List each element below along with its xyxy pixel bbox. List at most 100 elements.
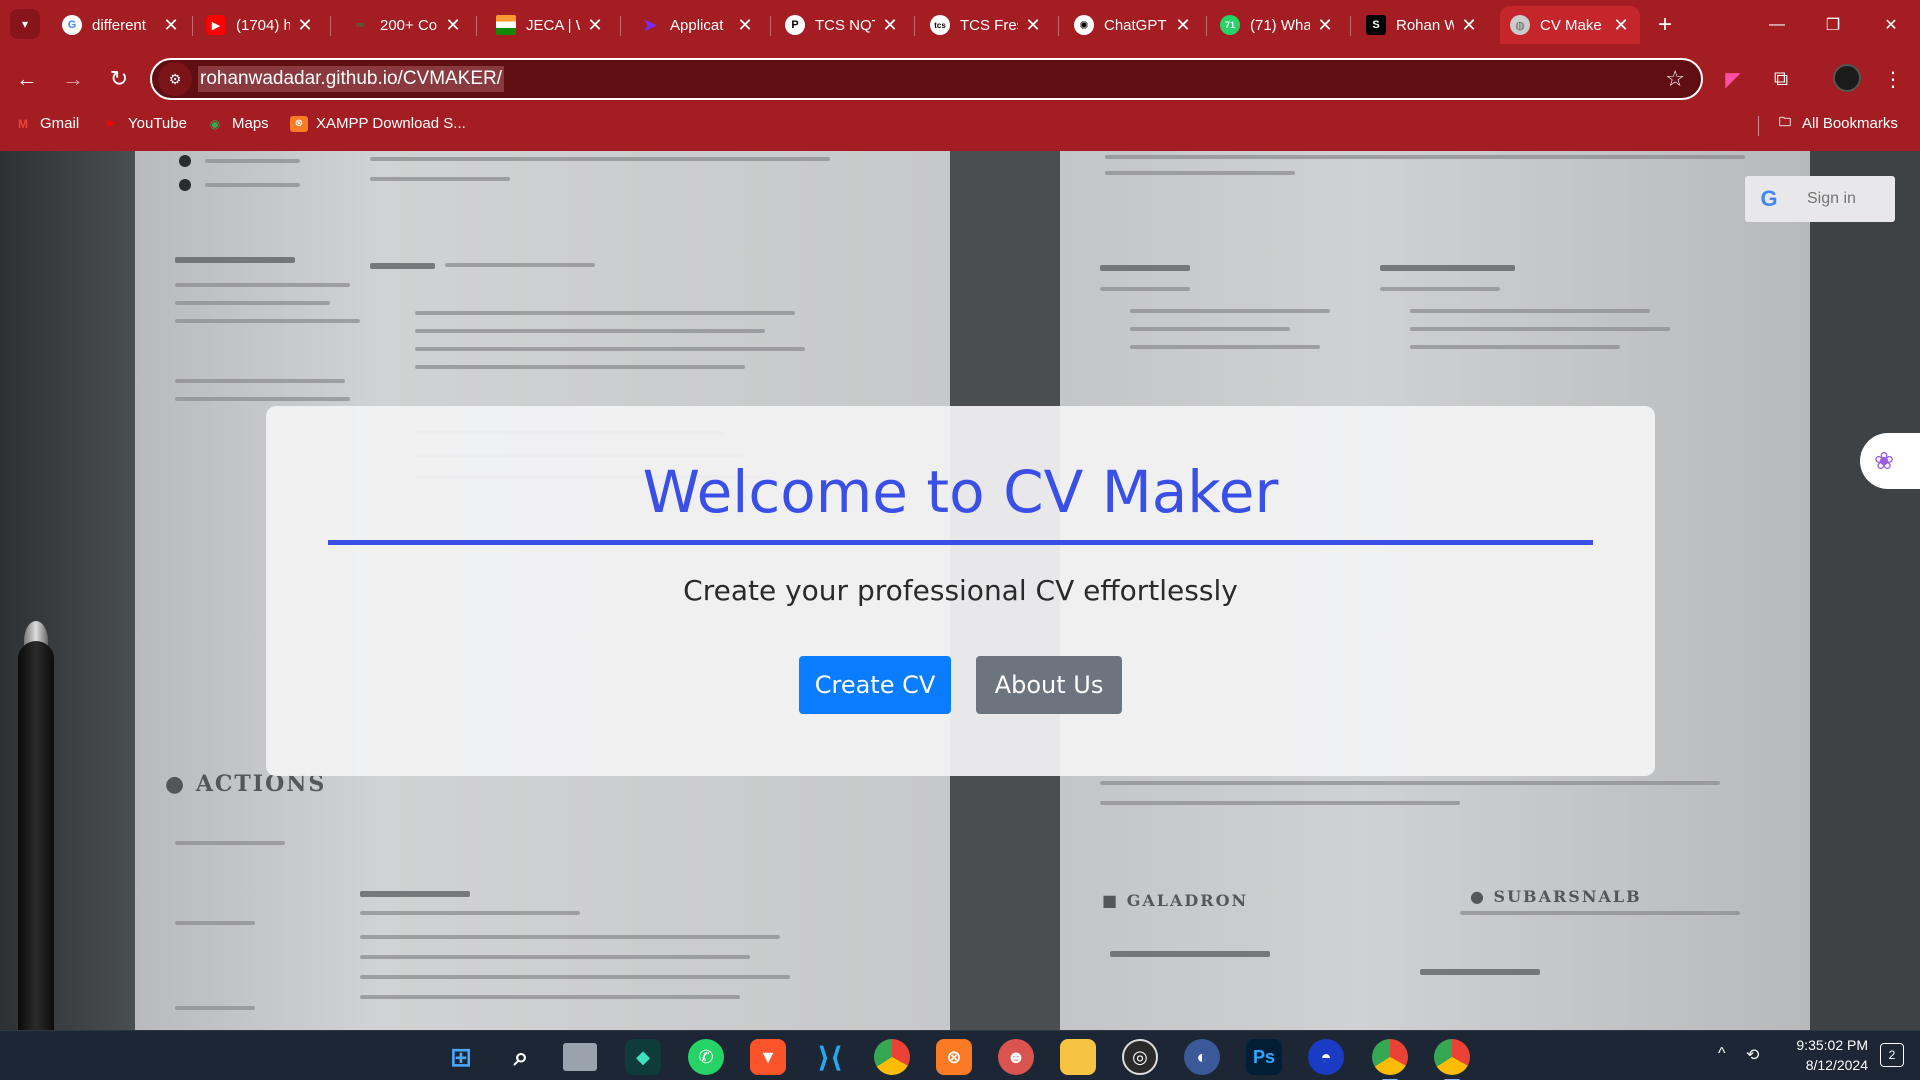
close-icon[interactable]: ✕ bbox=[881, 16, 899, 34]
tab-tcs-fres[interactable]: tcs TCS Fres ✕ bbox=[920, 6, 1052, 44]
close-icon[interactable]: ✕ bbox=[586, 16, 604, 34]
site-info-icon[interactable]: ⚙ bbox=[158, 62, 192, 96]
menu-icon[interactable]: ⋮ bbox=[1878, 64, 1908, 94]
chrome-icon[interactable] bbox=[1372, 1039, 1408, 1080]
bookmark-xampp[interactable]: ⊗ XAMPP Download S... bbox=[290, 115, 466, 132]
tab-divider bbox=[476, 16, 477, 36]
tab-title: different bbox=[92, 16, 146, 34]
tab-strip: ▾ G different ✕ ▶ (1704) h ✕ ∞ 200+ Co ✕… bbox=[0, 0, 1920, 50]
restore-icon: ❐ bbox=[1825, 17, 1841, 34]
filmora-icon[interactable]: ◆ bbox=[625, 1039, 661, 1075]
notification-count: 2 bbox=[1888, 1048, 1896, 1062]
all-bookmarks[interactable]: 🗀 All Bookmarks bbox=[1776, 115, 1898, 132]
tab-divider bbox=[192, 16, 193, 36]
bookmark-maps[interactable]: ◉ Maps bbox=[206, 115, 269, 132]
new-tab-button[interactable]: + bbox=[1650, 10, 1680, 40]
clock-date: 8/12/2024 bbox=[1805, 1057, 1868, 1073]
bookmark-youtube[interactable]: ▶ YouTube bbox=[102, 115, 187, 132]
tab-cv-maker[interactable]: ◍ CV Make ✕ bbox=[1500, 6, 1640, 50]
tab-jeca[interactable]: JECA | W ✕ bbox=[486, 6, 614, 44]
game-icon[interactable]: ☻ bbox=[998, 1039, 1034, 1075]
extension-icon[interactable]: ◤ bbox=[1718, 64, 1748, 94]
google-icon: G bbox=[62, 15, 82, 35]
tab-applicat[interactable]: ➤ Applicat ✕ bbox=[630, 6, 764, 44]
tab-whatsapp[interactable]: 71 (71) Wha ✕ bbox=[1210, 6, 1344, 44]
photoshop-icon[interactable]: Ps bbox=[1246, 1039, 1282, 1075]
all-bookmarks-label: All Bookmarks bbox=[1802, 115, 1898, 132]
address-bar[interactable]: ⚙ rohanwadadar.github.io/CVMAKER/ ☆ bbox=[150, 58, 1703, 100]
india-flag-icon bbox=[496, 15, 516, 35]
clock-time: 9:35:02 PM bbox=[1796, 1037, 1868, 1053]
tagline: Create your professional CV effortlessly bbox=[683, 574, 1238, 607]
p-icon: P bbox=[785, 15, 805, 35]
tab-tcs-nqt[interactable]: P TCS NQT ✕ bbox=[775, 6, 909, 44]
restore-button[interactable]: ❐ bbox=[1808, 8, 1858, 42]
close-window-button[interactable]: ✕ bbox=[1866, 8, 1916, 42]
vscode-icon[interactable]: ⟩⟨ bbox=[812, 1039, 848, 1075]
close-icon[interactable]: ✕ bbox=[444, 16, 462, 34]
notification-button[interactable]: 2 bbox=[1880, 1043, 1904, 1067]
chatgpt-icon: ✺ bbox=[1074, 15, 1094, 35]
tab-200-co[interactable]: ∞ 200+ Co ✕ bbox=[340, 6, 472, 44]
arrow-icon: ➤ bbox=[642, 14, 658, 35]
tab-different[interactable]: G different ✕ bbox=[52, 6, 190, 44]
close-icon[interactable]: ✕ bbox=[1316, 16, 1334, 34]
puzzle-icon[interactable]: ⧉ bbox=[1766, 64, 1796, 94]
chrome-icon[interactable] bbox=[874, 1039, 910, 1075]
youtube-icon: ▶ bbox=[206, 15, 226, 35]
search-icon[interactable]: ⌕ bbox=[503, 1039, 539, 1075]
google-signin-button[interactable]: G Sign in bbox=[1745, 176, 1895, 222]
close-icon[interactable]: ✕ bbox=[1612, 16, 1630, 34]
close-icon[interactable]: ✕ bbox=[1460, 16, 1478, 34]
tab-divider bbox=[1350, 16, 1351, 36]
close-icon[interactable]: ✕ bbox=[296, 16, 314, 34]
tab-rohan[interactable]: S Rohan W ✕ bbox=[1356, 6, 1488, 44]
youtube-icon: ▶ bbox=[107, 118, 115, 129]
forward-button[interactable]: → bbox=[58, 64, 88, 94]
avatar[interactable] bbox=[1833, 64, 1861, 92]
tab-youtube[interactable]: ▶ (1704) h ✕ bbox=[196, 6, 324, 44]
brave-icon[interactable]: ▼ bbox=[750, 1039, 786, 1075]
create-cv-button[interactable]: Create CV bbox=[799, 656, 951, 714]
close-icon[interactable]: ✕ bbox=[1174, 16, 1192, 34]
globe-icon: ◍ bbox=[1510, 15, 1530, 35]
chrome-profile-icon[interactable] bbox=[1434, 1039, 1470, 1080]
reload-icon: ↻ bbox=[109, 66, 129, 91]
bookmark-gmail[interactable]: M Gmail bbox=[14, 115, 79, 132]
bookmarks-divider bbox=[1758, 116, 1759, 136]
bookmarks-bar: M Gmail ▶ YouTube ◉ Maps ⊗ XAMPP Downloa… bbox=[0, 110, 1920, 142]
file-explorer-icon[interactable] bbox=[1060, 1039, 1096, 1075]
url-text[interactable]: rohanwadadar.github.io/CVMAKER/ bbox=[198, 66, 505, 92]
arrow-left-icon: ← bbox=[16, 66, 38, 91]
gmail-icon: M bbox=[18, 116, 28, 131]
browser-icon[interactable]: ◐ bbox=[1184, 1039, 1220, 1075]
tab-chatgpt[interactable]: ✺ ChatGPT ✕ bbox=[1064, 6, 1202, 44]
tab-title: TCS NQT bbox=[815, 16, 875, 34]
system-clock[interactable]: 9:35:02 PM 8/12/2024 bbox=[1768, 1035, 1868, 1075]
whatsapp-icon[interactable]: ✆ bbox=[688, 1039, 724, 1075]
sync-icon[interactable]: ⟲ bbox=[1746, 1045, 1759, 1065]
s-icon: S bbox=[1366, 15, 1386, 35]
xampp-icon[interactable]: ⊗ bbox=[936, 1039, 972, 1075]
title-underline bbox=[328, 540, 1593, 545]
task-view-icon[interactable] bbox=[563, 1043, 597, 1071]
about-us-button[interactable]: About Us bbox=[976, 656, 1122, 714]
chevron-up-icon[interactable]: ^ bbox=[1718, 1045, 1726, 1063]
tab-title: (71) Wha bbox=[1250, 16, 1310, 34]
bookmark-label: Maps bbox=[232, 115, 269, 132]
back-button[interactable]: ← bbox=[12, 64, 42, 94]
obs-icon[interactable]: ◎ bbox=[1122, 1039, 1158, 1075]
bookmark-star-icon[interactable]: ☆ bbox=[1665, 66, 1685, 92]
close-icon[interactable]: ✕ bbox=[162, 16, 180, 34]
reload-button[interactable]: ↻ bbox=[104, 64, 134, 94]
tab-search-button[interactable]: ▾ bbox=[10, 9, 40, 39]
tcs-icon: tcs bbox=[930, 15, 950, 35]
close-icon[interactable]: ✕ bbox=[1024, 16, 1042, 34]
windows-start-icon[interactable]: ⊞ bbox=[443, 1039, 479, 1075]
app-icon[interactable]: ◓ bbox=[1308, 1039, 1344, 1075]
floating-assistant-button[interactable]: ❀ bbox=[1860, 433, 1920, 489]
tab-title: JECA | W bbox=[526, 16, 580, 34]
minimize-button[interactable]: — bbox=[1752, 8, 1802, 42]
page-viewport: ● ACTIONS ■ GALADRON ● SUBARSNALB G Sign… bbox=[0, 151, 1920, 1030]
close-icon[interactable]: ✕ bbox=[736, 16, 754, 34]
